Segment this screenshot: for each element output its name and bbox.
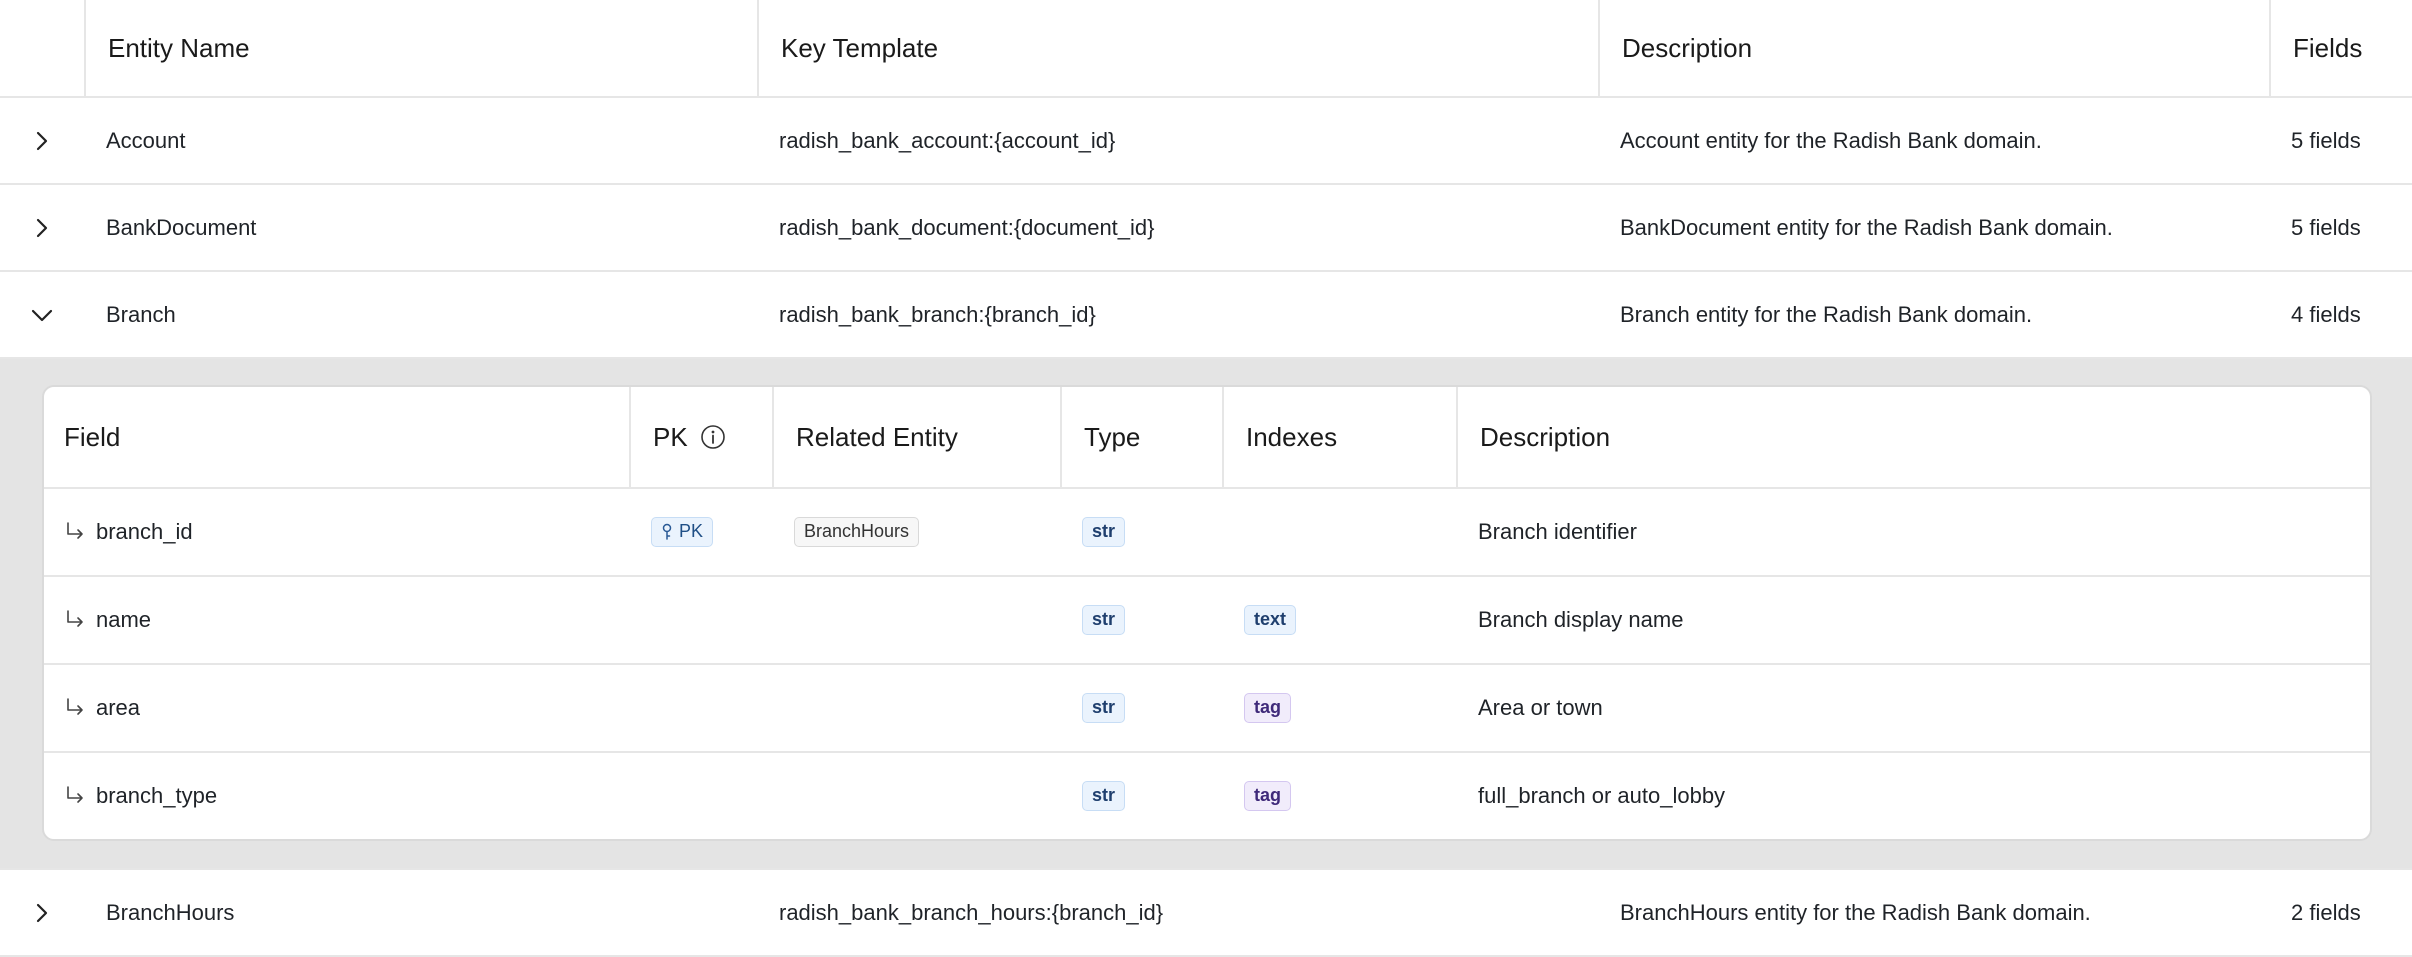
field-name: area [96, 695, 141, 720]
related-entity-badge[interactable]: BranchHours [794, 517, 920, 547]
type-badge: str [1082, 517, 1126, 547]
field-row-branch-type: branch_type str tag full_branch or auto_… [44, 753, 2370, 839]
table-row-bankdocument[interactable]: BankDocument radish_bank_document:{docum… [0, 185, 2412, 272]
subdirectory-arrow-icon [64, 609, 86, 631]
field-description: Branch identifier [1478, 519, 1637, 544]
field-count: 5 fields [2291, 214, 2361, 240]
field-row-name: name str text Branch display name [44, 577, 2370, 665]
field-cell: name [44, 577, 629, 663]
entity-description: BranchHours entity for the Radish Bank d… [1620, 899, 2091, 925]
field-name: name [96, 607, 152, 632]
fields-subtable: Field PK Related Entity Type Indexes Des… [42, 385, 2372, 841]
pk-cell [629, 753, 772, 839]
index-badge-text: text [1244, 605, 1297, 635]
type-cell: str [1060, 665, 1222, 751]
index-cell: text [1222, 577, 1456, 663]
key-icon [661, 523, 673, 541]
field-count: 4 fields [2291, 301, 2361, 327]
table-row-branch[interactable]: Branch radish_bank_branch:{branch_id} Br… [0, 272, 2412, 359]
chevron-right-icon[interactable] [31, 902, 53, 924]
pk-header-label: PK [653, 421, 688, 452]
chevron-right-icon[interactable] [31, 130, 53, 152]
type-badge: str [1082, 693, 1126, 723]
key-template: radish_bank_branch:{branch_id} [779, 301, 1096, 327]
key-template: radish_bank_branch_hours:{branch_id} [779, 899, 1164, 925]
type-cell: str [1060, 753, 1222, 839]
field-row-branch-id: branch_id PK BranchHours str Branch iden… [44, 489, 2370, 577]
column-header-description[interactable]: Description [1598, 0, 2269, 96]
table-header: Entity Name Key Template Description Fie… [0, 0, 2412, 98]
index-cell: tag [1222, 665, 1456, 751]
entity-description: Account entity for the Radish Bank domai… [1620, 127, 2042, 153]
pk-badge-label: PK [679, 521, 704, 542]
collapse-toggle[interactable] [0, 272, 84, 357]
expanded-details-branch: Field PK Related Entity Type Indexes Des… [0, 359, 2412, 870]
chevron-right-icon[interactable] [31, 217, 53, 239]
related-entity-cell [772, 665, 1060, 751]
related-entity-cell [772, 753, 1060, 839]
expand-toggle[interactable] [0, 185, 84, 270]
entity-description: BankDocument entity for the Radish Bank … [1620, 214, 2113, 240]
column-header-description: Description [1456, 387, 2370, 487]
expand-toggle[interactable] [0, 98, 84, 183]
type-cell: str [1060, 489, 1222, 575]
related-entity-cell: BranchHours [772, 489, 1060, 575]
entity-table: Entity Name Key Template Description Fie… [0, 0, 2412, 957]
column-header-type: Type [1060, 387, 1222, 487]
index-badge-tag: tag [1244, 781, 1291, 811]
entity-name: Branch [106, 301, 176, 327]
field-description: full_branch or auto_lobby [1478, 783, 1726, 808]
type-cell: str [1060, 577, 1222, 663]
column-header-pk: PK [629, 387, 772, 487]
column-header-entity-name[interactable]: Entity Name [84, 0, 757, 96]
field-row-area: area str tag Area or town [44, 665, 2370, 753]
column-header-related-entity: Related Entity [772, 387, 1060, 487]
key-template: radish_bank_account:{account_id} [779, 127, 1116, 153]
table-row-branchhours[interactable]: BranchHours radish_bank_branch_hours:{br… [0, 870, 2412, 957]
field-count: 5 fields [2291, 127, 2361, 153]
column-header-field: Field [64, 421, 121, 452]
subdirectory-arrow-icon [64, 785, 86, 807]
pk-cell [629, 577, 772, 663]
subdirectory-arrow-icon [64, 521, 86, 543]
entity-name: BankDocument [106, 214, 257, 240]
field-name: branch_type [96, 783, 218, 808]
index-badge-tag: tag [1244, 693, 1291, 723]
pk-cell: PK [629, 489, 772, 575]
expand-toggle[interactable] [0, 870, 84, 955]
index-cell [1222, 489, 1456, 575]
field-cell: branch_type [44, 753, 629, 839]
field-cell: area [44, 665, 629, 751]
index-cell: tag [1222, 753, 1456, 839]
toggle-column-header [0, 0, 84, 96]
related-entity-cell [772, 577, 1060, 663]
subtable-header: Field PK Related Entity Type Indexes Des… [44, 387, 2370, 489]
entity-name: Account [106, 127, 186, 153]
info-icon[interactable] [700, 424, 726, 450]
type-badge: str [1082, 605, 1126, 635]
column-header-key-template[interactable]: Key Template [757, 0, 1598, 96]
column-header-fields[interactable]: Fields [2269, 0, 2412, 96]
field-name: branch_id [96, 519, 193, 544]
field-description: Area or town [1478, 695, 1603, 720]
entity-name: BranchHours [106, 899, 235, 925]
table-row-account[interactable]: Account radish_bank_account:{account_id}… [0, 98, 2412, 185]
pk-cell [629, 665, 772, 751]
type-badge: str [1082, 781, 1126, 811]
column-header-indexes: Indexes [1222, 387, 1456, 487]
field-cell: branch_id [44, 489, 629, 575]
key-template: radish_bank_document:{document_id} [779, 214, 1155, 240]
subdirectory-arrow-icon [64, 697, 86, 719]
entity-description: Branch entity for the Radish Bank domain… [1620, 301, 2033, 327]
pk-badge: PK [651, 517, 714, 547]
chevron-down-icon[interactable] [30, 304, 54, 326]
field-description: Branch display name [1478, 607, 1684, 632]
field-count: 2 fields [2291, 899, 2361, 925]
